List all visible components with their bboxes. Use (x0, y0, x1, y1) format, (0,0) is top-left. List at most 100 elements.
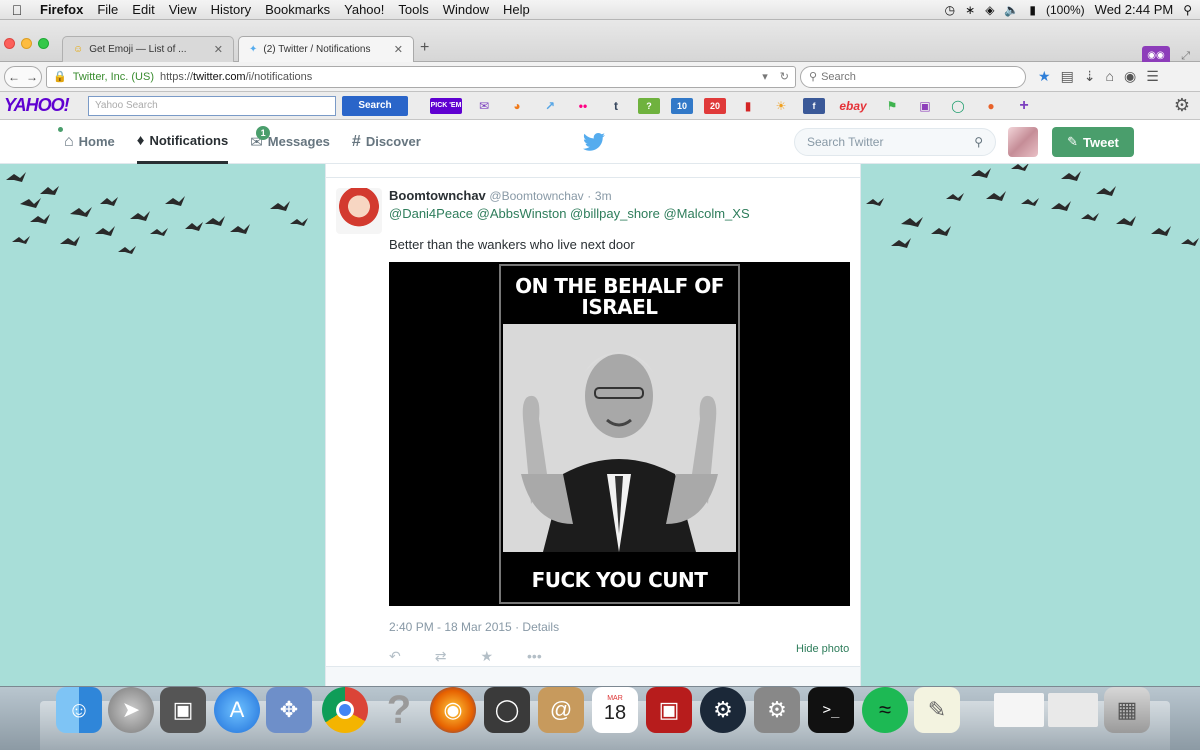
bluetooth-icon[interactable]: ∗ (965, 3, 975, 17)
pick-em-icon[interactable]: PICK 'EM (430, 97, 462, 114)
terminal-icon[interactable]: >_ (808, 687, 854, 733)
url-text[interactable]: https://twitter.com/i/notifications (160, 71, 312, 83)
search-icon[interactable]: ⚲ (974, 135, 983, 149)
compose-tweet-button[interactable]: ✎ Tweet (1052, 127, 1134, 157)
textedit-icon[interactable]: ✎ (914, 687, 960, 733)
ebay-icon[interactable]: ebay (836, 98, 870, 114)
add-icon[interactable]: + (1013, 97, 1035, 114)
lock-icon[interactable]: 🔒 (53, 70, 67, 83)
people-icon[interactable]: 20 (704, 97, 726, 114)
clock[interactable]: Wed 2:44 PM (1095, 2, 1174, 17)
close-tab-icon[interactable]: ✕ (214, 43, 223, 56)
answers-icon[interactable]: ? (638, 97, 660, 114)
back-arrow-icon[interactable]: ← (8, 70, 20, 84)
nav-discover[interactable]: # Discover (352, 120, 421, 164)
details-link[interactable]: Details (522, 620, 559, 634)
tweet-author-avatar[interactable] (336, 188, 382, 234)
nav-notifications[interactable]: ♦ Notifications (136, 120, 229, 164)
tumblr-icon[interactable]: t (605, 98, 627, 114)
document-stack-icon[interactable] (994, 693, 1044, 727)
spotify-icon[interactable]: ≈ (862, 687, 908, 733)
menu-window[interactable]: Window (443, 2, 489, 17)
yahoo-search-button[interactable]: Search (342, 95, 408, 116)
finder-icon[interactable]: ☺ (56, 687, 102, 733)
author-handle[interactable]: @Boomtownchav (489, 189, 583, 203)
new-tab-button[interactable]: + (420, 39, 429, 57)
chat-icon[interactable]: ◉ (1124, 68, 1136, 85)
menu-tools[interactable]: Tools (398, 2, 428, 17)
bookmark-star-icon[interactable]: ★ (1038, 68, 1051, 85)
gear-icon[interactable]: ⚙ (1174, 95, 1190, 116)
mail-stamp-icon[interactable]: ✥ (266, 687, 312, 733)
tweet-mentions[interactable]: @Dani4Peace @AbbsWinston @billpay_shore … (389, 206, 750, 221)
menu-bookmarks[interactable]: Bookmarks (265, 2, 330, 17)
unknown-app-icon[interactable]: ? (376, 687, 422, 733)
menu-edit[interactable]: Edit (132, 2, 154, 17)
tab-twitter-notifications[interactable]: ✦ (2) Twitter / Notifications ✕ (238, 36, 414, 62)
steam-icon[interactable]: ⚙ (700, 687, 746, 733)
sun-icon[interactable]: ☀ (770, 98, 792, 114)
firefox-icon[interactable]: ◉ (430, 687, 476, 733)
bookmark-ribbon-icon[interactable]: ▮ (737, 98, 759, 114)
nav-messages[interactable]: 1 ✉ Messages (250, 120, 330, 164)
site-identity[interactable]: Twitter, Inc. (US) (73, 71, 154, 83)
downloads-stack-icon[interactable] (1048, 693, 1098, 727)
tweet-photo[interactable]: ON THE BEHALF OF ISRAEL FUCK YOU CUNT (389, 262, 850, 606)
contacts-icon[interactable]: @ (538, 687, 584, 733)
menu-help[interactable]: Help (503, 2, 530, 17)
flickr-icon[interactable]: •• (572, 98, 594, 114)
downloads-icon[interactable]: ⇣ (1084, 68, 1096, 85)
hide-photo-link[interactable]: Hide photo (796, 643, 849, 655)
close-window-button[interactable] (4, 38, 15, 49)
sports-ball-icon[interactable]: ◯ (947, 98, 969, 114)
home-icon[interactable]: ⌂ (1106, 68, 1114, 85)
close-tab-icon[interactable]: ✕ (394, 43, 403, 56)
minimize-window-button[interactable] (21, 38, 32, 49)
volume-icon[interactable]: 🔈 (1004, 3, 1019, 17)
photo-booth-icon[interactable]: ▣ (646, 687, 692, 733)
tweet-age[interactable]: 3m (595, 189, 612, 203)
news-icon[interactable]: 10 (671, 97, 693, 114)
yahoo-logo[interactable]: YAHOO! (4, 95, 88, 116)
twitter-search-input[interactable]: Search Twitter ⚲ (794, 128, 996, 156)
zoom-window-button[interactable] (38, 38, 49, 49)
menu-app[interactable]: Firefox (40, 2, 83, 17)
nav-home[interactable]: ⌂ Home (64, 120, 115, 164)
tab-get-emoji[interactable]: ☺ Get Emoji — List of ... ✕ (62, 36, 234, 62)
reading-list-icon[interactable]: ▤ (1061, 68, 1074, 85)
video-icon[interactable]: ▣ (914, 98, 936, 114)
favorite-star-icon[interactable]: ★ (480, 648, 493, 665)
image-capture-icon[interactable]: ▣ (160, 687, 206, 733)
timestamp-text[interactable]: 2:40 PM - 18 Mar 2015 (389, 620, 512, 634)
basketball-icon[interactable]: ◕ (506, 98, 528, 114)
trash-icon[interactable]: ▦ (1104, 687, 1150, 733)
finance-chart-icon[interactable]: ↗ (539, 98, 561, 114)
menu-file[interactable]: File (97, 2, 118, 17)
menu-view[interactable]: View (169, 2, 197, 17)
yahoo-search-input[interactable]: Yahoo Search (88, 95, 336, 116)
forward-arrow-icon[interactable]: → (26, 70, 38, 84)
user-avatar[interactable] (1008, 127, 1038, 157)
facebook-icon[interactable]: f (803, 97, 825, 114)
menu-history[interactable]: History (211, 2, 251, 17)
url-dropdown-icon[interactable]: ▾ (762, 70, 768, 83)
spotlight-search-icon[interactable]: ⚲ (1183, 3, 1192, 17)
mail-icon[interactable]: ✉ (473, 98, 495, 114)
retweet-icon[interactable]: ⇄ (435, 648, 447, 665)
facetime-icon[interactable]: ◯ (484, 687, 530, 733)
wifi-icon[interactable]: ◈ (985, 3, 994, 17)
menu-icon[interactable]: ☰ (1146, 68, 1159, 85)
battery-icon[interactable]: ▮ (1029, 3, 1036, 17)
tag-icon[interactable]: ⚑ (881, 98, 903, 114)
app-store-icon[interactable]: A (214, 687, 260, 733)
more-options-icon[interactable]: ••• (527, 648, 542, 665)
twitter-bird-icon[interactable] (582, 130, 606, 154)
food-icon[interactable]: ● (980, 98, 1002, 114)
chrome-icon[interactable] (322, 687, 368, 733)
apple-icon[interactable]:  (8, 2, 26, 18)
url-bar[interactable]: 🔒 Twitter, Inc. (US) https://twitter.com… (46, 65, 796, 88)
menu-yahoo[interactable]: Yahoo! (344, 2, 384, 17)
author-name[interactable]: Boomtownchav (389, 188, 486, 203)
firefox-search-input[interactable]: ⚲ Search (800, 65, 1026, 88)
system-preferences-icon[interactable]: ⚙ (754, 687, 800, 733)
